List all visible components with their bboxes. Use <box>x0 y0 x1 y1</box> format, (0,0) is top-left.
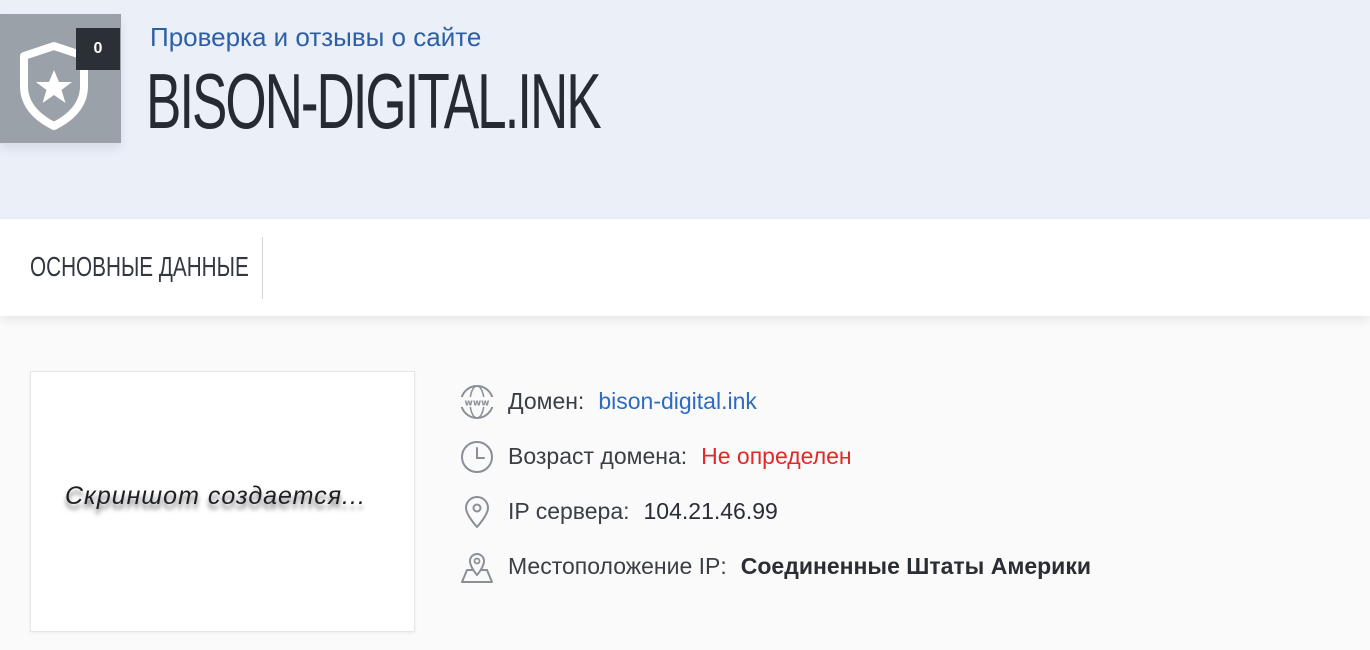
ip-location-value: Соединенные Штаты Америки <box>740 553 1091 579</box>
info-row-domain: www Домен: bison-digital.ink <box>458 374 1091 429</box>
www-globe-icon: www <box>458 383 496 421</box>
map-pin-icon <box>458 493 496 531</box>
map-location-icon <box>458 548 496 586</box>
rating-badge: 0 <box>0 14 121 143</box>
domain-link[interactable]: bison-digital.ink <box>598 388 757 415</box>
badge-count: 0 <box>76 28 120 70</box>
site-info-list: www Домен: bison-digital.ink Возраст дом… <box>458 374 1091 594</box>
tab-divider <box>262 237 263 299</box>
tab-bar: ОСНОВНЫЕ ДАННЫЕ <box>0 219 1370 316</box>
tab-main-data[interactable]: ОСНОВНЫЕ ДАННЫЕ <box>30 251 249 283</box>
preview-placeholder-text: Скриншот создается... <box>65 482 366 510</box>
info-row-ip-location: Местоположение IP: Соединенные Штаты Аме… <box>458 539 1091 594</box>
server-ip-label: IP сервера: <box>508 498 630 524</box>
domain-age-value: Не определен <box>701 443 852 469</box>
page-title: BISON-DIGITAL.INK <box>146 57 602 145</box>
clock-icon <box>458 438 496 476</box>
info-row-domain-age: Возраст домена: Не определен <box>458 429 1091 484</box>
site-screenshot-preview: Скриншот создается... <box>30 371 415 632</box>
page-subtitle: Проверка и отзывы о сайте <box>150 22 482 52</box>
svg-text:www: www <box>465 398 490 408</box>
site-header: 0 Проверка и отзывы о сайте BISON-DIGITA… <box>0 0 1370 219</box>
info-row-server-ip: IP сервера: 104.21.46.99 <box>458 484 1091 539</box>
domain-age-label: Возраст домена: <box>508 443 688 469</box>
server-ip-value: 104.21.46.99 <box>643 498 778 524</box>
domain-label: Домен: <box>508 388 585 414</box>
ip-location-label: Местоположение IP: <box>508 553 727 579</box>
